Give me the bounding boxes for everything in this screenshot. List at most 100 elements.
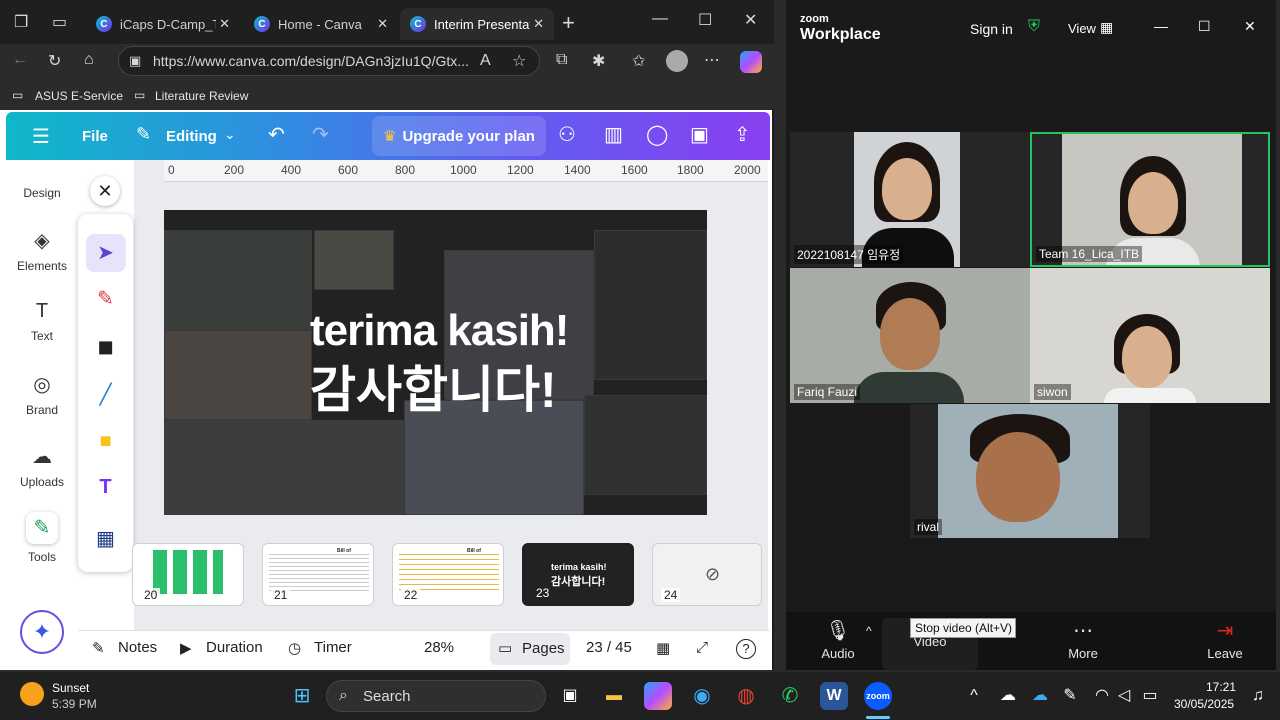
sidebar-item-design[interactable]: Design bbox=[6, 186, 78, 200]
back-icon[interactable]: ← bbox=[12, 51, 28, 69]
shapes-tool[interactable]: ◼ bbox=[78, 334, 133, 359]
bookmark-literature-review[interactable]: Literature Review bbox=[155, 89, 248, 103]
text-tool[interactable]: T bbox=[78, 476, 133, 499]
tab-home-canva[interactable]: C Home - Canva ✕ bbox=[244, 8, 398, 40]
slide-title-korean[interactable]: 감사합니다! bbox=[310, 350, 557, 422]
volume-icon[interactable]: ◁ bbox=[1110, 682, 1138, 710]
grid-view-icon[interactable]: ▦ bbox=[656, 639, 670, 657]
favorite-star-icon[interactable]: ☆ bbox=[512, 51, 526, 71]
favorites-icon[interactable]: ✩ bbox=[632, 51, 645, 71]
file-menu[interactable]: File bbox=[82, 128, 108, 145]
notifications-icon[interactable]: ♫ bbox=[1244, 682, 1272, 710]
table-tool[interactable]: ▦ bbox=[78, 526, 133, 551]
timer-button[interactable]: Timer bbox=[314, 639, 352, 656]
page-thumbnail-21[interactable]: Bill of Materials 21 bbox=[262, 543, 374, 606]
duration-button[interactable]: Duration bbox=[206, 639, 263, 656]
close-tab-icon[interactable]: ✕ bbox=[219, 16, 230, 32]
weather-title[interactable]: Sunset bbox=[52, 681, 89, 695]
bookmark-asus[interactable]: ASUS E-Service bbox=[35, 89, 123, 103]
onedrive-icon[interactable]: ☁ bbox=[1026, 682, 1054, 710]
slide-title-indonesian[interactable]: terima kasih! bbox=[310, 306, 569, 356]
zoom-app-icon[interactable]: zoom bbox=[864, 682, 892, 710]
editing-mode-button[interactable]: Editing bbox=[166, 128, 217, 145]
home-icon[interactable]: ⌂ bbox=[84, 51, 94, 69]
sidebar-item-brand[interactable]: ◎ Brand bbox=[6, 372, 78, 417]
battery-icon[interactable]: ▭ bbox=[1136, 682, 1164, 710]
url-field[interactable]: ▣ https://www.canva.com/design/DAGn3jzIu… bbox=[118, 46, 540, 76]
sidebar-item-tools[interactable]: ✎ Tools bbox=[6, 512, 78, 564]
maximize-icon[interactable]: ☐ bbox=[698, 10, 712, 30]
sidebar-item-elements[interactable]: ◈ Elements bbox=[6, 228, 78, 273]
copilot-icon[interactable] bbox=[644, 682, 672, 710]
sticky-note-tool[interactable]: ■ bbox=[78, 430, 133, 453]
profile-avatar[interactable] bbox=[666, 50, 688, 72]
sidebar-item-text[interactable]: T Text bbox=[6, 300, 78, 343]
workspaces-icon[interactable]: ❐ bbox=[14, 12, 28, 32]
line-tool[interactable]: ╱ bbox=[78, 382, 133, 407]
page-thumbnail-22[interactable]: Bill of Materials 22 bbox=[392, 543, 504, 606]
magic-assistant-button[interactable]: ✦ bbox=[20, 610, 64, 654]
close-tab-icon[interactable]: ✕ bbox=[377, 16, 388, 32]
extensions-icon[interactable]: ✱ bbox=[592, 51, 605, 71]
share-icon[interactable]: ⇪ bbox=[734, 122, 751, 147]
participant-tile[interactable]: rival bbox=[910, 404, 1150, 538]
copilot-icon[interactable] bbox=[740, 51, 762, 73]
grid-view-icon[interactable]: ▦ bbox=[1100, 19, 1113, 36]
file-explorer-icon[interactable]: ▬ bbox=[600, 682, 628, 710]
minimize-icon[interactable]: — bbox=[652, 10, 668, 28]
tab-interim-presentation[interactable]: C Interim Presentati ✕ bbox=[400, 8, 554, 40]
windows-start-icon[interactable]: ⊞ bbox=[288, 682, 316, 710]
tab-actions-icon[interactable]: ▭ bbox=[52, 12, 67, 32]
menu-icon[interactable]: ☰ bbox=[32, 124, 50, 149]
onedrive-status-icon[interactable]: ☁ bbox=[994, 682, 1022, 710]
site-info-icon[interactable]: ▣ bbox=[129, 53, 141, 69]
read-aloud-icon[interactable]: A bbox=[480, 52, 491, 70]
participant-tile[interactable]: siwon bbox=[1030, 268, 1270, 403]
audio-options-chevron-icon[interactable]: ^ bbox=[866, 624, 872, 638]
undo-icon[interactable]: ↶ bbox=[268, 122, 285, 147]
close-window-icon[interactable]: ✕ bbox=[1244, 18, 1256, 35]
select-tool[interactable]: ➤ bbox=[78, 234, 133, 272]
tab-icaps[interactable]: C iCaps D-Camp_Te ✕ bbox=[86, 8, 240, 40]
edge-icon[interactable]: ◉ bbox=[688, 682, 716, 710]
insights-icon[interactable]: ▥ bbox=[604, 122, 623, 147]
comment-icon[interactable]: ◯ bbox=[646, 122, 668, 147]
page-thumbnail-24[interactable]: ⊘ 24 bbox=[652, 543, 762, 606]
minimize-icon[interactable]: — bbox=[1154, 18, 1168, 34]
taskbar-search[interactable]: ⌕ Search bbox=[326, 680, 546, 712]
close-tab-icon[interactable]: ✕ bbox=[533, 16, 544, 32]
redo-icon[interactable]: ↷ bbox=[312, 122, 329, 147]
notes-button[interactable]: Notes bbox=[118, 639, 157, 656]
sunset-weather-icon[interactable] bbox=[20, 682, 44, 706]
sidebar-item-uploads[interactable]: ☁ Uploads bbox=[6, 444, 78, 489]
maximize-icon[interactable]: ☐ bbox=[1198, 18, 1211, 35]
sign-in-link[interactable]: Sign in bbox=[970, 21, 1013, 37]
pages-button[interactable]: ▭ Pages bbox=[490, 633, 570, 665]
upgrade-plan-button[interactable]: ♛ Upgrade your plan bbox=[372, 116, 546, 156]
split-screen-icon[interactable]: ⧉ bbox=[556, 51, 567, 69]
close-window-icon[interactable]: ✕ bbox=[744, 10, 757, 30]
new-tab-icon[interactable]: + bbox=[562, 10, 575, 36]
task-view-icon[interactable]: ▣ bbox=[556, 682, 584, 710]
more-button[interactable]: ⋯ More bbox=[1058, 618, 1108, 661]
security-shield-icon[interactable]: ⛨ bbox=[1028, 18, 1040, 36]
clock-time[interactable]: 17:21 bbox=[1206, 680, 1236, 694]
audio-button[interactable]: 🎙 Audio bbox=[816, 618, 860, 661]
participant-tile[interactable]: Fariq Fauzi bbox=[790, 268, 1030, 403]
more-menu-icon[interactable]: ⋯ bbox=[704, 50, 720, 70]
present-icon[interactable]: ▣ bbox=[690, 122, 709, 147]
close-panel-button[interactable]: ✕ bbox=[90, 176, 120, 206]
participant-tile-active-speaker[interactable]: Team 16_Lica_ITB bbox=[1030, 132, 1270, 267]
chrome-icon[interactable]: ◍ bbox=[732, 682, 760, 710]
clock-date[interactable]: 30/05/2025 bbox=[1174, 697, 1234, 711]
pen-menu-icon[interactable]: ✎ bbox=[1056, 682, 1084, 710]
pen-tool[interactable]: ✎ bbox=[78, 286, 133, 311]
show-hidden-icons-chevron[interactable]: ^ bbox=[960, 682, 988, 710]
fullscreen-icon[interactable]: ⤢ bbox=[696, 639, 708, 656]
zoom-level[interactable]: 28% bbox=[424, 639, 454, 656]
leave-button[interactable]: ⇥ Leave bbox=[1200, 618, 1250, 661]
page-thumbnail-23[interactable]: terima kasih! 감사합니다! 23 bbox=[522, 543, 634, 606]
word-icon[interactable]: W bbox=[820, 682, 848, 710]
help-icon[interactable]: ? bbox=[736, 639, 756, 659]
refresh-icon[interactable]: ↻ bbox=[48, 51, 61, 71]
